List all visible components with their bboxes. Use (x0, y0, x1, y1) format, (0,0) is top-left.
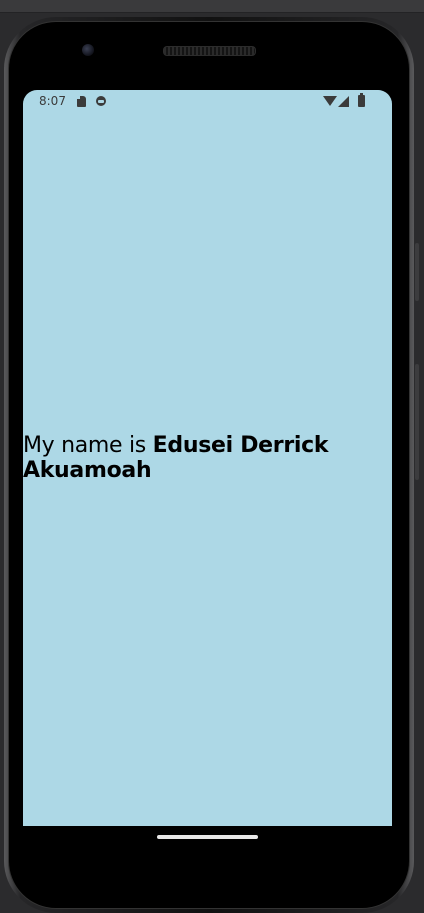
volume-button[interactable] (415, 364, 419, 480)
cell-signal-icon (338, 96, 349, 107)
power-button[interactable] (415, 243, 419, 301)
battery-icon (358, 93, 365, 107)
status-bar: 8:07 (23, 90, 392, 114)
sd-card-icon (77, 96, 86, 107)
wifi-icon (323, 96, 337, 106)
earpiece-speaker (163, 46, 256, 56)
status-time: 8:07 (39, 94, 66, 108)
app-screen: 8:07 My name is Edusei Derrick Akuamoah (23, 90, 392, 826)
android-debug-icon (96, 96, 106, 106)
emulator-toolbar (0, 0, 424, 13)
message-prefix: My name is (23, 433, 153, 458)
name-message: My name is Edusei Derrick Akuamoah (23, 433, 363, 483)
front-camera (82, 44, 94, 56)
home-gesture-bar[interactable] (157, 835, 258, 839)
